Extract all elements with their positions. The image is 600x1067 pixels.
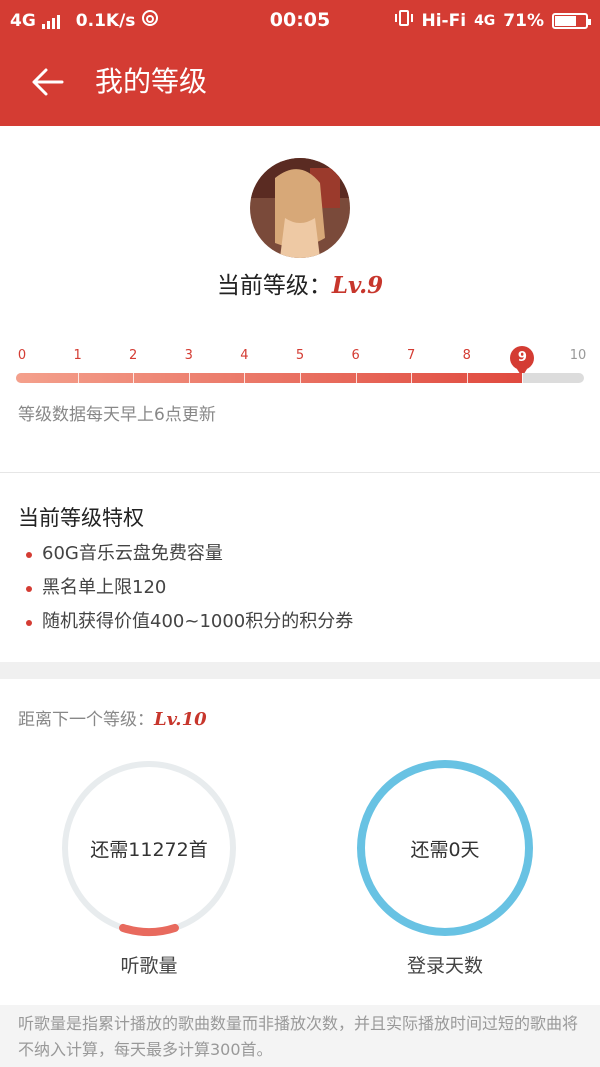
next-level-prefix: 距离下一个等级： — [18, 710, 154, 730]
level-tick-label: 4 — [240, 348, 249, 363]
privileges-title: 当前等级特权 — [18, 506, 144, 530]
app-bar: 我的等级 — [0, 40, 600, 126]
vibrate-icon — [394, 9, 414, 32]
level-tick-label: 0 — [17, 348, 27, 363]
back-arrow-icon[interactable] — [28, 62, 68, 102]
audio-mode: Hi-Fi — [421, 10, 467, 31]
songs-remaining: 还需11272首 — [90, 839, 208, 861]
divider — [0, 472, 600, 473]
level-bar-divider — [355, 373, 357, 383]
current-level-marker: 9 — [510, 346, 535, 377]
avatar[interactable] — [250, 158, 350, 258]
current-level: 当前等级：Lv.9 — [0, 266, 600, 300]
section-gap — [0, 662, 600, 679]
level-tick-label: 1 — [73, 348, 82, 363]
next-level-label: 距离下一个等级：Lv.10 — [18, 705, 207, 730]
privilege-item: 60G音乐云盘免费容量 — [26, 540, 353, 574]
level-tick-label: 5 — [295, 348, 305, 363]
network-label-right: 4G — [474, 12, 496, 29]
level-bar-divider — [244, 373, 246, 383]
level-bar-divider — [77, 373, 79, 383]
level-progress-fill — [16, 373, 523, 383]
update-note: 等级数据每天早上6点更新 — [18, 405, 216, 425]
days-label: 登录天数 — [406, 955, 483, 977]
level-bar-divider — [188, 373, 190, 383]
level-tick-label: 6 — [351, 348, 360, 363]
level-tick-label: 3 — [184, 348, 193, 363]
level-tick-label: 8 — [462, 348, 471, 363]
privilege-item: 随机获得价值400~1000积分的积分券 — [26, 608, 353, 642]
current-level-label: 当前等级： — [216, 273, 332, 299]
level-bar-divider — [300, 373, 301, 383]
level-bar-divider — [466, 373, 468, 383]
status-bar: 4G 0.1K/s 00:05 Hi-Fi 4G 71% — [0, 0, 600, 40]
next-level-value: Lv.10 — [154, 709, 207, 730]
battery-icon — [552, 12, 591, 29]
level-bar-divider — [522, 373, 524, 383]
level-progress-bar — [16, 373, 584, 383]
privilege-item: 黑名单上限120 — [26, 574, 353, 608]
page-title: 我的等级 — [95, 65, 208, 98]
level-tick-label: 2 — [129, 348, 138, 363]
level-ticks: 0 1 2 3 4 5 6 7 8 9 10 — [0, 346, 600, 377]
level-tick-label: 10 — [569, 348, 587, 363]
level-tick-label: 7 — [407, 348, 416, 363]
level-bar-divider — [411, 373, 413, 383]
days-remaining: 还需0天 — [410, 839, 480, 861]
privileges-list: 60G音乐云盘免费容量 黑名单上限120 随机获得价值400~1000积分的积分… — [26, 540, 353, 642]
current-level-value: Lv.9 — [331, 272, 384, 299]
battery-percent: 71% — [503, 10, 544, 31]
songs-label: 听歌量 — [120, 955, 178, 977]
footer-note: 听歌量是指累计播放的歌曲数量而非播放次数，并且实际播放时间过短的歌曲将不纳入计算… — [0, 1005, 600, 1067]
level-bar-divider — [133, 373, 135, 383]
